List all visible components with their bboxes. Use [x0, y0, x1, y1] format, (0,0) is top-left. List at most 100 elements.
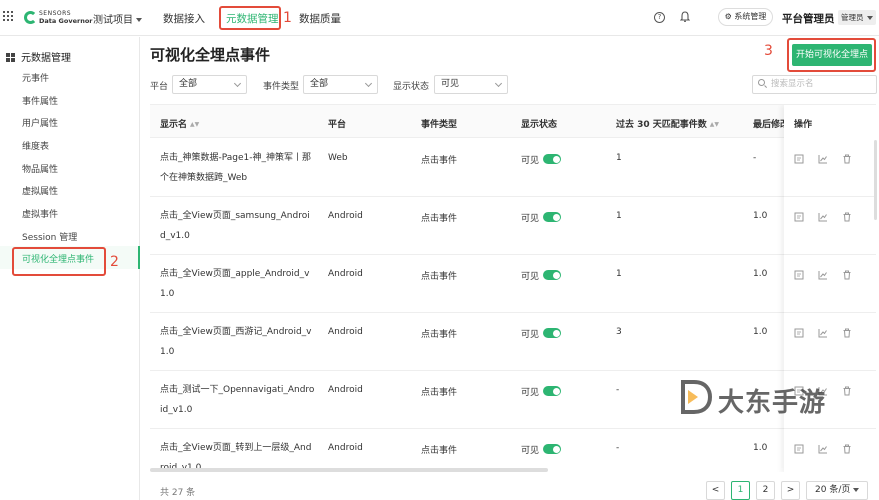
filter-event-type-select[interactable]: 全部	[303, 75, 378, 94]
row-display-name[interactable]: 点击_测试一下_Opennavigati_Android_v1.0	[160, 380, 315, 420]
sidebar-item-item-properties[interactable]: 物品属性	[22, 162, 58, 175]
project-selector[interactable]: 测试项目	[93, 11, 142, 26]
sidebar-item-user-properties[interactable]: 用户属性	[22, 116, 58, 129]
row-event-type: 点击事件	[421, 272, 458, 282]
row-status-label: 可见	[521, 272, 540, 282]
delete-icon[interactable]	[842, 212, 852, 222]
role-label: 管理员	[841, 13, 864, 22]
vertical-scrollbar[interactable]	[874, 140, 877, 220]
filter-platform-value: 全部	[179, 79, 198, 89]
page-1-button[interactable]: 1	[731, 481, 750, 500]
table-row: 点击_全View页面_西游记_Android_v1.0 Android 点击事件 可见…	[150, 313, 876, 371]
col-match-count[interactable]: 过去 30 天匹配事件数 ▲▼	[616, 117, 719, 130]
page-size-select[interactable]: 20 条/页	[806, 481, 868, 500]
row-platform: Web	[328, 153, 348, 163]
filter-display-status-select[interactable]: 可见	[434, 75, 508, 94]
edit-icon[interactable]	[794, 328, 804, 338]
row-last-modified: 1.0	[753, 327, 768, 337]
col-display-name-label: 显示名	[160, 120, 188, 130]
chart-icon[interactable]	[818, 444, 828, 454]
apps-grid-icon[interactable]	[3, 11, 13, 21]
row-event-type: 点击事件	[421, 446, 458, 456]
admin-name[interactable]: 平台管理员	[782, 11, 835, 26]
row-display-status: 可见	[521, 443, 562, 456]
row-display-name[interactable]: 点击_神策数据-Page1-神_神策军丨那个在神策数据跨_Web	[160, 148, 315, 188]
delete-icon[interactable]	[842, 154, 852, 164]
visibility-toggle[interactable]	[543, 328, 562, 338]
filter-platform-select[interactable]: 全部	[172, 75, 247, 94]
edit-icon[interactable]	[794, 154, 804, 164]
sidebar-item-virtual-events[interactable]: 虚拟事件	[22, 207, 58, 220]
row-last-modified: 1.0	[753, 443, 768, 453]
annotation-number-2: 2	[110, 254, 119, 270]
chart-icon[interactable]	[818, 154, 828, 164]
row-display-name[interactable]: 点击_全View页面_转到上一层级_Android_v1.0	[160, 438, 315, 472]
role-badge[interactable]: 管理员	[838, 10, 876, 25]
horizontal-scrollbar[interactable]	[150, 468, 548, 472]
table-row: 点击_全View页面_转到上一层级_Android_v1.0 Android 点击事…	[150, 429, 876, 472]
watermark: 大东手游	[680, 378, 845, 418]
row-last-modified: 1.0	[753, 211, 768, 221]
filter-display-status-value: 可见	[441, 79, 460, 89]
chart-icon[interactable]	[818, 270, 828, 280]
row-display-status: 可见	[521, 327, 562, 340]
delete-icon[interactable]	[842, 444, 852, 454]
col-match-count-label: 过去 30 天匹配事件数	[616, 120, 707, 130]
bell-icon[interactable]	[680, 11, 690, 23]
annotation-number-1: 1	[283, 10, 292, 26]
row-operations	[784, 139, 876, 197]
visibility-toggle[interactable]	[543, 270, 562, 280]
filter-platform-label: 平台	[150, 82, 169, 92]
sidebar-title-label: 元数据管理	[21, 53, 71, 64]
visibility-toggle[interactable]	[543, 386, 562, 396]
next-page-button[interactable]: >	[781, 481, 800, 500]
sidebar-item-session[interactable]: Session 管理	[22, 230, 77, 243]
visibility-toggle[interactable]	[543, 444, 562, 454]
row-event-type: 点击事件	[421, 156, 458, 166]
search-input[interactable]: 搜索显示名	[752, 75, 877, 94]
page-2-button[interactable]: 2	[756, 481, 775, 500]
row-platform: Android	[328, 269, 363, 279]
chevron-down-icon	[364, 79, 373, 88]
col-display-name[interactable]: 显示名 ▲▼	[160, 117, 199, 130]
row-status-label: 可见	[521, 214, 540, 224]
edit-icon[interactable]	[794, 270, 804, 280]
row-match-count: 1	[616, 269, 622, 279]
filter-display-status-label: 显示状态	[393, 82, 430, 92]
row-operations	[784, 313, 876, 371]
row-display-name[interactable]: 点击_全View页面_西游记_Android_v1.0	[160, 322, 315, 362]
visibility-toggle[interactable]	[543, 154, 562, 164]
sidebar-item-virtual-properties[interactable]: 虚拟属性	[22, 184, 58, 197]
sidebar-item-event-properties[interactable]: 事件属性	[22, 94, 58, 107]
row-event-type: 点击事件	[421, 214, 458, 224]
sidebar-item-meta-events[interactable]: 元事件	[22, 71, 49, 84]
table-row: 点击_神策数据-Page1-神_神策军丨那个在神策数据跨_Web Web 点击事件 可…	[150, 139, 876, 197]
table-row: 点击_全View页面_samsung_Android_v1.0 Android 点击…	[150, 197, 876, 255]
system-settings-button[interactable]: ⚙ 系统管理	[718, 8, 773, 26]
row-platform: Android	[328, 443, 363, 453]
start-visual-tracking-button[interactable]: 开始可视化全埋点	[792, 44, 872, 66]
prev-page-button[interactable]: <	[706, 481, 725, 500]
row-operations	[784, 197, 876, 255]
edit-icon[interactable]	[794, 212, 804, 222]
row-display-name[interactable]: 点击_全View页面_samsung_Android_v1.0	[160, 206, 315, 246]
row-event-type: 点击事件	[421, 330, 458, 340]
nav-data-ingest[interactable]: 数据接入	[163, 11, 205, 26]
row-operations	[784, 255, 876, 313]
delete-icon[interactable]	[842, 270, 852, 280]
edit-icon[interactable]	[794, 444, 804, 454]
total-count: 共 27 条	[160, 488, 196, 498]
chart-icon[interactable]	[818, 212, 828, 222]
chart-icon[interactable]	[818, 328, 828, 338]
row-match-count: 1	[616, 211, 622, 221]
visibility-toggle[interactable]	[543, 212, 562, 222]
sidebar-title: 元数据管理	[6, 49, 71, 64]
project-label: 测试项目	[93, 15, 133, 26]
nav-data-quality[interactable]: 数据质量	[299, 11, 341, 26]
col-event-type: 事件类型	[421, 120, 458, 130]
row-display-name[interactable]: 点击_全View页面_apple_Android_v1.0	[160, 264, 315, 304]
help-icon[interactable]: ?	[654, 12, 665, 23]
table-row: 点击_全View页面_apple_Android_v1.0 Android 点击事件…	[150, 255, 876, 313]
sidebar-item-dimension-tables[interactable]: 维度表	[22, 139, 49, 152]
delete-icon[interactable]	[842, 328, 852, 338]
